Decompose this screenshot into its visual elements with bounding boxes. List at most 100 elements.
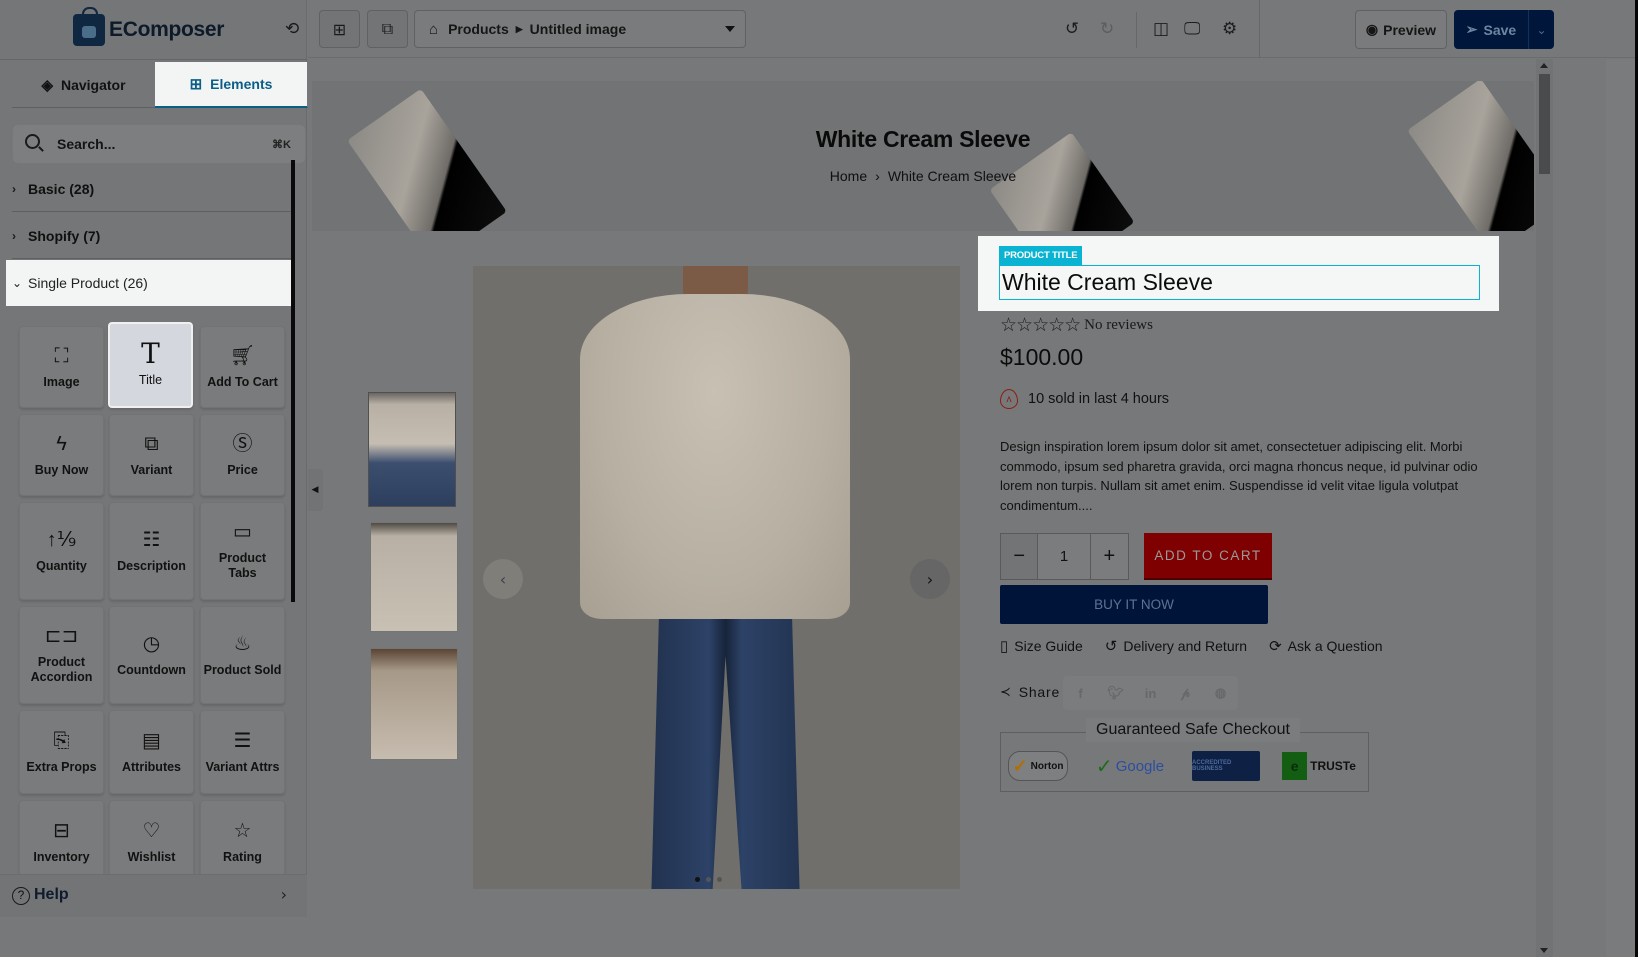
element-product-tabs[interactable]: ▭ Product Tabs [200,502,285,600]
chevron-right-icon: › [280,885,287,904]
element-product-accordion[interactable]: ⊏⊐ Product Accordion [19,606,104,704]
element-buy-now[interactable]: ϟ Buy Now [19,414,104,496]
sidebar-scrollbar[interactable] [291,160,295,602]
history-icon[interactable]: ⟲ [285,20,303,38]
caret-right-icon: ▶ [515,23,523,34]
hero-breadcrumb: Home › White Cream Sleeve [312,168,1534,184]
delivery-return-link[interactable]: ↺ Delivery and Return [1105,637,1247,655]
gallery-dots [695,877,722,882]
add-to-cart-button[interactable]: ADD TO CART [1144,533,1272,580]
element-label: Title [138,372,163,387]
toolbar-divider [1136,12,1137,48]
preview-label: Preview [1383,21,1437,38]
save-label: Save [1483,21,1517,38]
preview-button[interactable]: ◉ Preview [1355,10,1447,49]
tab-elements[interactable]: ⊞ Elements [155,62,307,108]
save-button[interactable]: ➢ Save [1454,10,1528,49]
file-plus-icon: ⎘ [53,729,70,752]
layout-grid-button[interactable]: ⊞ [319,10,360,48]
breadcrumb-current: White Cream Sleeve [887,168,1017,184]
element-label: Inventory [33,849,90,864]
quantity-input[interactable]: 1 [1038,534,1091,579]
facebook-icon[interactable]: f [1063,676,1098,710]
element-image[interactable]: ⛶ Image [19,326,104,408]
element-wishlist[interactable]: ♡ Wishlist [109,800,194,884]
ask-question-link[interactable]: ⟳ Ask a Question [1269,637,1383,655]
canvas-scrollbar[interactable] [1536,59,1553,957]
element-extra-props[interactable]: ⎘ Extra Props [19,710,104,794]
selection-badge[interactable]: PRODUCT TITLE [999,246,1083,265]
save-options-dropdown[interactable]: ⌄ [1528,10,1554,49]
scroll-up-arrow-icon[interactable] [1540,63,1548,68]
element-title[interactable]: T Title [108,322,193,408]
selected-element-highlight: PRODUCT TITLE White Cream Sleeve [978,236,1499,311]
category-single-product[interactable]: ⌄ Single Product (26) [6,260,291,306]
element-variant[interactable]: ⧉ Variant [109,414,194,496]
left-sidebar: EComposer ⟲ ◈ Navigator ⊞ Elements Searc… [0,0,308,957]
increase-quantity-button[interactable]: + [1090,534,1129,579]
gallery-thumbnail[interactable] [370,648,458,760]
hero-decoration-image [1407,81,1534,231]
social-share-buttons: f 🐦︎ in 𝓅 ◍ [1063,676,1238,710]
element-variant-attrs[interactable]: ☰ Variant Attrs [200,710,285,794]
element-add-to-cart[interactable]: 🛒︎ Add To Cart [200,326,285,408]
product-price: $100.00 [1000,344,1084,370]
gallery-thumbnail[interactable] [370,522,458,632]
gallery-thumbnail[interactable] [368,392,456,507]
tag-icon: ⌂ [429,20,439,38]
help-button[interactable]: ? Help › [0,874,307,917]
element-label: Buy Now [34,462,89,477]
collapse-sidebar-button[interactable]: ◀ [308,469,323,511]
element-quantity[interactable]: ↑⅑ Quantity [19,502,104,600]
scrollbar-thumb[interactable] [1539,74,1550,174]
decrease-quantity-button[interactable]: − [1001,534,1039,579]
chevron-down-icon: ⌄ [12,276,23,290]
buy-it-now-button[interactable]: BUY IT NOW [1000,585,1268,624]
page-selector-dropdown[interactable]: ⌂ Products ▶ Untitled image [414,10,746,48]
chevron-right-icon: › [12,228,16,243]
gallery-dot[interactable] [695,877,700,882]
lightning-icon: ϟ [56,432,67,455]
gallery-dot[interactable] [706,877,711,882]
star-sparkle-icon: ☆ [233,819,252,842]
element-inventory[interactable]: ⊟ Inventory [19,800,104,884]
twitter-icon[interactable]: 🐦︎ [1098,676,1133,710]
product-title[interactable]: White Cream Sleeve [1002,269,1213,296]
gear-icon[interactable]: ⚙ [1222,19,1237,39]
search-placeholder: Search... [57,136,116,152]
element-rating[interactable]: ☆ Rating [200,800,285,884]
return-icon: ↺ [1104,638,1118,655]
link-label: Ask a Question [1287,638,1383,654]
category-shopify[interactable]: › Shopify (7) [12,213,294,259]
element-attributes[interactable]: ▤ Attributes [109,710,194,794]
undo-icon[interactable]: ↺ [1065,19,1079,39]
element-product-sold[interactable]: ♨ Product Sold [200,606,285,704]
product-title-block[interactable]: White Cream Sleeve [999,265,1480,300]
element-countdown[interactable]: ◷ Countdown [109,606,194,704]
element-price[interactable]: Ⓢ Price [200,414,285,496]
product-main-image[interactable]: ‹ › [473,266,960,889]
category-basic[interactable]: › Basic (28) [12,166,294,212]
layers-icon: ◈ [41,77,53,94]
sidebar-layout-icon[interactable]: ◫ [1153,19,1169,39]
element-search-input[interactable]: Search... ⌘K [12,124,306,164]
norton-badge: Norton [1008,751,1068,781]
gallery-dot[interactable] [717,877,722,882]
element-label: Add To Cart [207,374,278,389]
breadcrumb-home[interactable]: Home [830,168,867,184]
pinterest-icon[interactable]: 𝓅 [1168,676,1203,710]
gallery-next-button[interactable]: › [910,559,950,599]
caret-left-icon: ◀ [311,485,319,495]
linkedin-icon[interactable]: in [1133,676,1168,710]
element-description[interactable]: ☷ Description [109,502,194,600]
gallery-prev-button[interactable]: ‹ [483,559,523,599]
apps-button[interactable]: ⧉ [367,10,408,48]
element-label: Variant Attrs [205,759,280,774]
desktop-icon[interactable]: 🖵︎ [1184,19,1200,39]
redo-icon[interactable]: ↻ [1100,19,1114,39]
scroll-down-arrow-icon[interactable] [1540,948,1548,953]
reddit-icon[interactable]: ◍ [1203,676,1238,710]
size-guide-link[interactable]: ▯ Size Guide [1000,637,1083,655]
top-toolbar: ⊞ ⧉ ⌂ Products ▶ Untitled image ↺ ↻ ◫ 🖵︎… [308,0,1638,58]
tab-navigator[interactable]: ◈ Navigator [12,62,155,108]
